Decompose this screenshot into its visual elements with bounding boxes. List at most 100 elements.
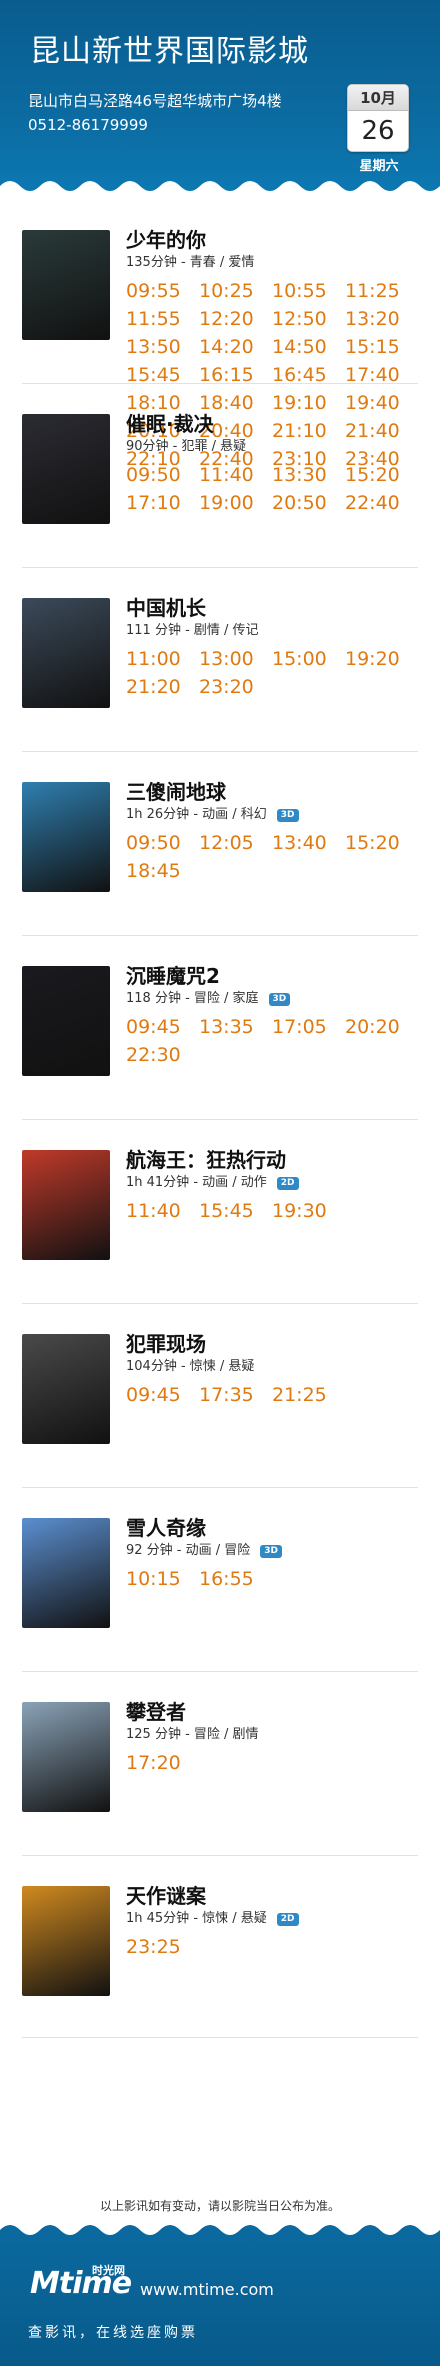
- film-poster[interactable]: [22, 414, 110, 524]
- film-poster[interactable]: [22, 966, 110, 1076]
- showtime[interactable]: 09:45: [126, 1384, 199, 1406]
- showtime[interactable]: 13:30: [272, 464, 345, 486]
- film-title[interactable]: 沉睡魔咒2: [126, 962, 418, 990]
- showtime[interactable]: 10:15: [126, 1568, 199, 1590]
- showtime[interactable]: 11:55: [126, 308, 199, 330]
- format-badge: 3D: [276, 808, 299, 822]
- film-title[interactable]: 少年的你: [126, 226, 418, 254]
- film-title[interactable]: 犯罪现场: [126, 1330, 418, 1358]
- showtime[interactable]: 23:25: [126, 1936, 199, 1958]
- showtime-grid: 11:00 13:00 15:00 19:20 21:20 23:20: [126, 648, 418, 698]
- showtime[interactable]: 13:35: [199, 1016, 272, 1038]
- film-meta-text: 104分钟 - 惊悚 / 悬疑: [126, 1359, 255, 1374]
- showtime[interactable]: 09:50: [126, 832, 199, 854]
- film-poster[interactable]: [22, 1518, 110, 1628]
- showtime[interactable]: 13:40: [272, 832, 345, 854]
- showtime[interactable]: 15:45: [126, 364, 199, 386]
- footer: Mtime 时光网 www.mtime.com 查影讯，在线选座购票: [0, 2222, 440, 2366]
- film-item[interactable]: 沉睡魔咒2 118 分钟 - 冒险 / 家庭 3D 09:45 13:35 17:05 20…: [22, 936, 418, 1120]
- film-meta-text: 111 分钟 - 剧情 / 传记: [126, 623, 259, 638]
- showtime[interactable]: 22:30: [126, 1044, 199, 1066]
- film-item[interactable]: 攀登者 125 分钟 - 冒险 / 剧情 17:20: [22, 1672, 418, 1856]
- showtime[interactable]: 11:25: [345, 280, 418, 302]
- film-item[interactable]: 雪人奇缘 92 分钟 - 动画 / 冒险 3D 10:15 16:55: [22, 1488, 418, 1672]
- film-title[interactable]: 催眠·裁决: [126, 410, 418, 438]
- showtime[interactable]: 09:50: [126, 464, 199, 486]
- showtime[interactable]: 20:20: [345, 1016, 418, 1038]
- showtime[interactable]: 10:25: [199, 280, 272, 302]
- film-title[interactable]: 三傻闹地球: [126, 778, 418, 806]
- showtime[interactable]: 15:20: [345, 832, 418, 854]
- film-item[interactable]: 航海王：狂热行动 1h 41分钟 - 动画 / 动作 2D 11:40 15:45 19:…: [22, 1120, 418, 1304]
- showtime[interactable]: 18:45: [126, 860, 199, 882]
- showtime[interactable]: 15:00: [272, 648, 345, 670]
- film-meta-text: 1h 45分钟 - 惊悚 / 悬疑: [126, 1911, 267, 1926]
- cinema-address: 昆山市白马泾路46号超华城市广场4楼: [28, 92, 282, 110]
- showtime[interactable]: 21:20: [126, 676, 199, 698]
- film-item[interactable]: 中国机长 111 分钟 - 剧情 / 传记 11:00 13:00 15:00 19:20…: [22, 568, 418, 752]
- showtime[interactable]: 13:50: [126, 336, 199, 358]
- showtime[interactable]: 09:45: [126, 1016, 199, 1038]
- showtime[interactable]: 10:55: [272, 280, 345, 302]
- film-poster[interactable]: [22, 230, 110, 340]
- film-meta-text: 125 分钟 - 冒险 / 剧情: [126, 1727, 259, 1742]
- film-poster[interactable]: [22, 1150, 110, 1260]
- calendar-date: 10月 26: [347, 84, 409, 152]
- film-item[interactable]: 少年的你 135分钟 - 青春 / 爱情 09:55 10:25 10:55 11:25 1…: [22, 200, 418, 470]
- showtime[interactable]: 17:20: [126, 1752, 199, 1774]
- footer-wave-divider: [0, 2222, 440, 2235]
- film-info: 雪人奇缘 92 分钟 - 动画 / 冒险 3D 10:15 16:55: [126, 1514, 418, 1590]
- showtime[interactable]: 13:20: [345, 308, 418, 330]
- showtime[interactable]: 15:45: [199, 1200, 272, 1222]
- showtime[interactable]: 17:35: [199, 1384, 272, 1406]
- film-title[interactable]: 攀登者: [126, 1698, 418, 1726]
- calendar-weekday: 星期六: [359, 159, 399, 174]
- film-poster[interactable]: [22, 1702, 110, 1812]
- showtime[interactable]: 11:40: [126, 1200, 199, 1222]
- showtime[interactable]: 11:40: [199, 464, 272, 486]
- mtime-website-link[interactable]: www.mtime.com: [140, 2280, 274, 2299]
- showtime[interactable]: 21:25: [272, 1384, 345, 1406]
- cinema-phone[interactable]: 0512-86179999: [28, 116, 148, 134]
- format-badge: 3D: [268, 992, 291, 1006]
- showtime[interactable]: 22:40: [345, 492, 418, 514]
- showtime[interactable]: 19:00: [199, 492, 272, 514]
- showtime[interactable]: 17:10: [126, 492, 199, 514]
- film-title[interactable]: 航海王：狂热行动: [126, 1146, 418, 1174]
- film-title[interactable]: 雪人奇缘: [126, 1514, 418, 1542]
- showtime[interactable]: 16:45: [272, 364, 345, 386]
- showtime[interactable]: 16:55: [199, 1568, 272, 1590]
- film-meta: 1h 45分钟 - 惊悚 / 悬疑 2D: [126, 1910, 418, 1928]
- showtime[interactable]: 19:20: [345, 648, 418, 670]
- showtime[interactable]: 15:15: [345, 336, 418, 358]
- showtime[interactable]: 17:05: [272, 1016, 345, 1038]
- showtime[interactable]: 12:05: [199, 832, 272, 854]
- film-meta: 92 分钟 - 动画 / 冒险 3D: [126, 1542, 418, 1560]
- film-poster[interactable]: [22, 1334, 110, 1444]
- film-poster[interactable]: [22, 1886, 110, 1996]
- film-item[interactable]: 天作谜案 1h 45分钟 - 惊悚 / 悬疑 2D 23:25: [22, 1856, 418, 2038]
- showtime[interactable]: 14:50: [272, 336, 345, 358]
- showtime[interactable]: 19:30: [272, 1200, 345, 1222]
- showtime[interactable]: 09:55: [126, 280, 199, 302]
- showtime[interactable]: 15:20: [345, 464, 418, 486]
- film-title[interactable]: 天作谜案: [126, 1882, 418, 1910]
- film-item[interactable]: 犯罪现场 104分钟 - 惊悚 / 悬疑 09:45 17:35 21:25: [22, 1304, 418, 1488]
- showtime-grid: 11:40 15:45 19:30: [126, 1200, 418, 1222]
- showtime[interactable]: 14:20: [199, 336, 272, 358]
- film-title[interactable]: 中国机长: [126, 594, 418, 622]
- film-poster[interactable]: [22, 782, 110, 892]
- showtime[interactable]: 16:15: [199, 364, 272, 386]
- showtime[interactable]: 17:40: [345, 364, 418, 386]
- footer-slogan: 查影讯，在线选座购票: [28, 2325, 198, 2341]
- showtime[interactable]: 12:50: [272, 308, 345, 330]
- showtime[interactable]: 13:00: [199, 648, 272, 670]
- film-item[interactable]: 催眠·裁决 90分钟 - 犯罪 / 悬疑 09:50 11:40 13:30 15:20 1…: [22, 384, 418, 568]
- showtime[interactable]: 12:20: [199, 308, 272, 330]
- showtime[interactable]: 23:20: [199, 676, 272, 698]
- showtime[interactable]: 20:50: [272, 492, 345, 514]
- showtime[interactable]: 11:00: [126, 648, 199, 670]
- film-item[interactable]: 三傻闹地球 1h 26分钟 - 动画 / 科幻 3D 09:50 12:05 13:40 1…: [22, 752, 418, 936]
- film-poster[interactable]: [22, 598, 110, 708]
- film-meta-text: 118 分钟 - 冒险 / 家庭: [126, 991, 259, 1006]
